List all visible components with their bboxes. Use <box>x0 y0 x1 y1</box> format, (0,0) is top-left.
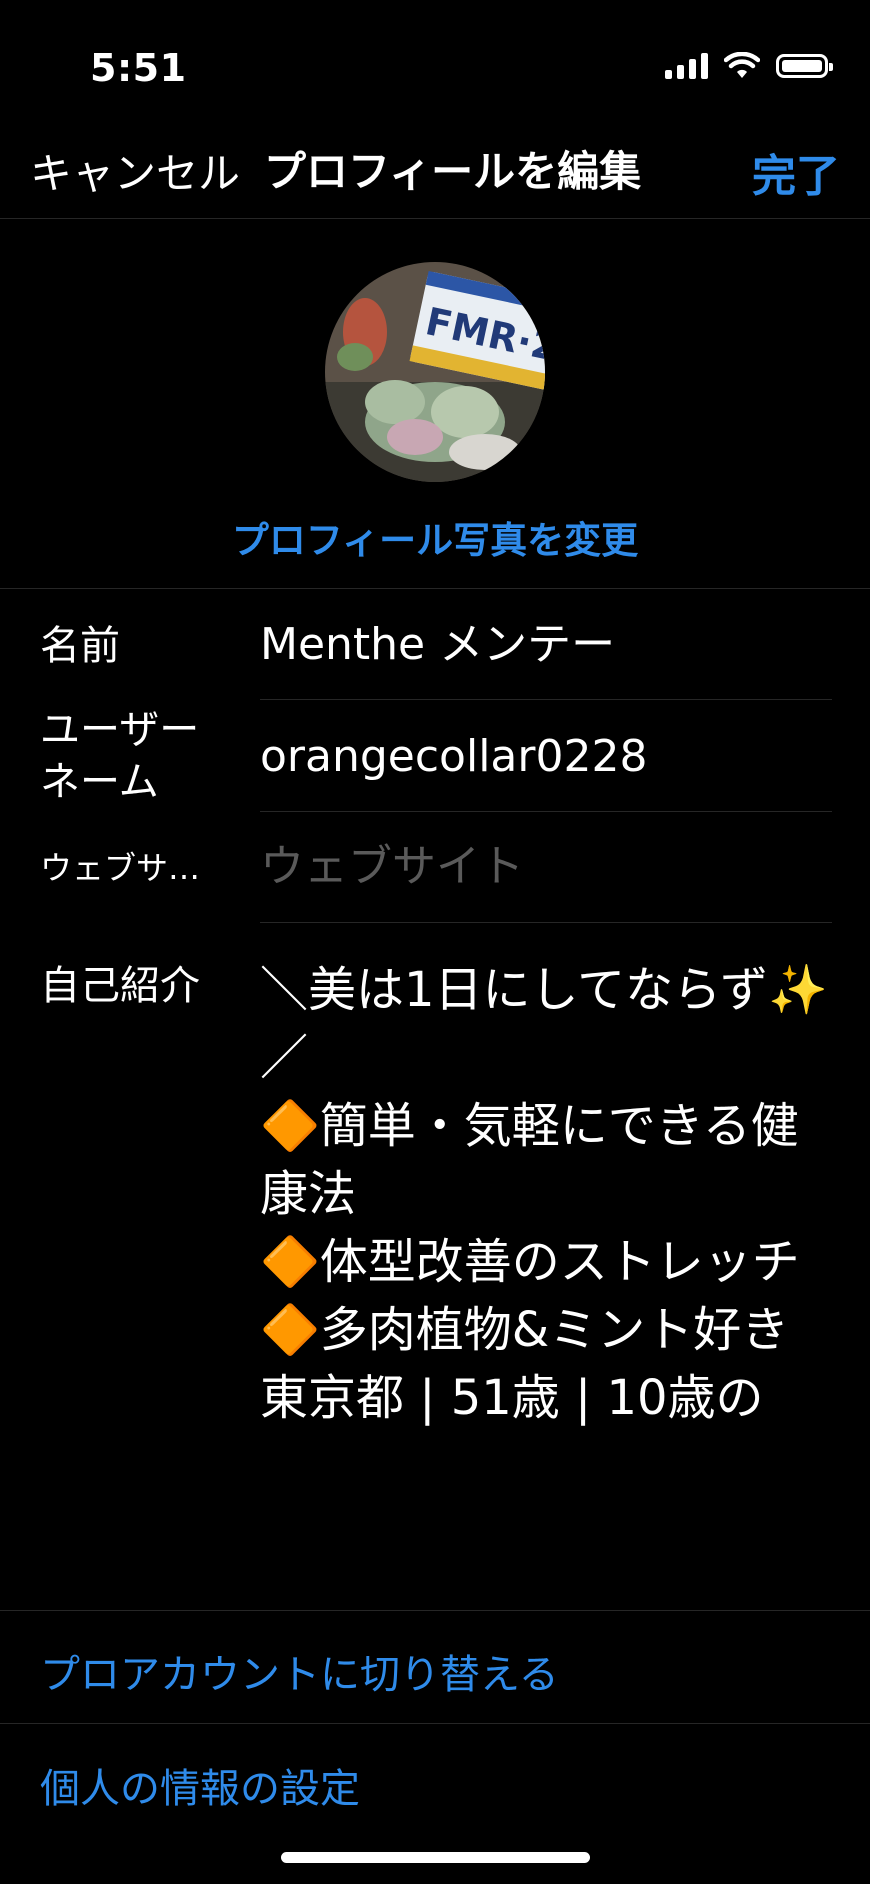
avatar-photo-icon: FMR·2 <box>325 262 545 482</box>
website-divider <box>260 922 832 923</box>
nav-divider <box>0 218 870 219</box>
username-label: ユーザー ネーム <box>40 707 200 805</box>
username-field[interactable]: orangecollar0228 <box>260 730 647 784</box>
battery-icon <box>776 54 833 78</box>
status-icons <box>665 52 833 80</box>
name-label: 名前 <box>40 623 120 669</box>
links-divider <box>0 1723 870 1724</box>
status-time: 5:51 <box>90 46 187 90</box>
name-field[interactable]: Menthe メンテー <box>260 618 615 672</box>
avatar-divider <box>0 588 870 589</box>
switch-pro-account-link[interactable]: プロアカウントに切り替える <box>40 1642 559 1700</box>
bio-divider <box>0 1610 870 1611</box>
home-indicator[interactable] <box>281 1852 590 1863</box>
username-divider <box>260 811 832 812</box>
website-label: ウェブサ… <box>40 849 201 887</box>
bio-field[interactable]: ＼美は1日にしてならず✨／ 🔶簡単・気軽にできる健康法 🔶体型改善のストレッチ … <box>260 956 840 1432</box>
wifi-icon <box>724 52 760 78</box>
cellular-signal-icon <box>665 53 708 79</box>
personal-info-settings-link[interactable]: 個人の情報の設定 <box>40 1756 360 1814</box>
profile-avatar[interactable]: FMR·2 <box>325 262 545 482</box>
page-title: プロフィールを編集 <box>264 147 642 196</box>
bio-label: 自己紹介 <box>40 963 200 1009</box>
change-profile-photo-button[interactable]: プロフィール写真を変更 <box>0 510 870 564</box>
cancel-button[interactable]: キャンセル <box>30 140 240 201</box>
website-field[interactable]: ウェブサイト <box>260 840 524 894</box>
name-divider <box>260 699 832 700</box>
done-button[interactable]: 完了 <box>752 140 840 204</box>
